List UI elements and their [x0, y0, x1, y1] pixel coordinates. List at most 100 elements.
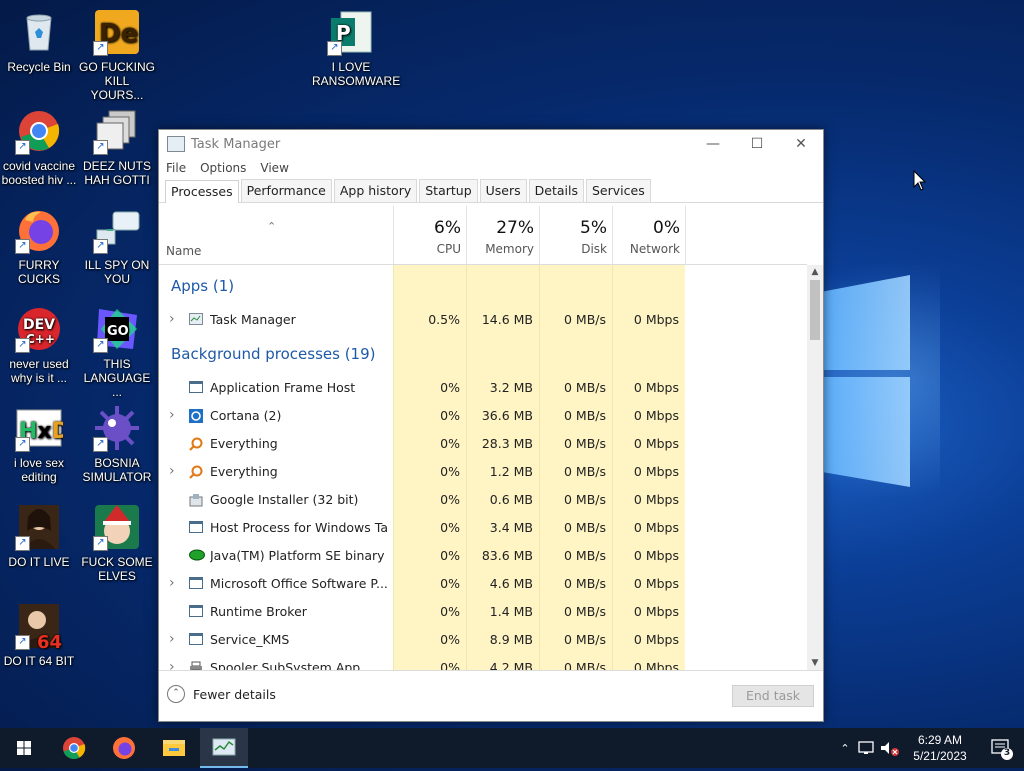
- process-disk-value: 0 MB/s: [563, 491, 606, 507]
- process-name: Task Manager: [210, 311, 296, 327]
- desktop-shortcut[interactable]: ↗ BOSNIA SIMULATOR: [78, 404, 156, 484]
- goland-icon: GO ↗: [93, 305, 141, 353]
- scroll-up-icon[interactable]: ▲: [807, 265, 823, 279]
- column-header-disk[interactable]: 5% Disk: [539, 206, 613, 264]
- expand-chevron-icon[interactable]: ›: [169, 575, 179, 591]
- process-row[interactable]: Host Process for Windows Ta... 0% 3.4 MB 0 …: [159, 513, 807, 541]
- network-icon[interactable]: [856, 739, 878, 757]
- maximize-button[interactable]: ☐: [735, 130, 779, 158]
- tab-performance[interactable]: Performance: [240, 179, 332, 202]
- expand-chevron-icon[interactable]: ›: [169, 659, 179, 670]
- shortcut-arrow-icon: ↗: [15, 338, 30, 353]
- title-bar[interactable]: Task Manager — ☐ ✕: [159, 130, 823, 158]
- process-row[interactable]: › Cortana (2) 0% 36.6 MB 0 MB/s 0 Mbps: [159, 401, 807, 429]
- process-row[interactable]: › Spooler SubSystem App 0% 4.2 MB 0 MB/s 0 Mb…: [159, 653, 807, 670]
- tab-processes[interactable]: Processes: [165, 180, 239, 203]
- tab-startup[interactable]: Startup: [419, 179, 478, 202]
- desktop-shortcut[interactable]: ↗ FUCK SOME ELVES: [78, 503, 156, 583]
- column-header-network[interactable]: 0% Network: [612, 206, 686, 264]
- desktop-shortcut[interactable]: ↗ DO IT LIVE: [0, 503, 78, 569]
- process-row[interactable]: Java(TM) Platform SE binary ... 0% 83.6 MB…: [159, 541, 807, 569]
- close-button[interactable]: ✕: [779, 130, 823, 158]
- desktop-shortcut[interactable]: GO ↗ THIS LANGUAGE ...: [78, 305, 156, 399]
- desktop-shortcut[interactable]: DEV C++ ↗ never used why is it ...: [0, 305, 78, 385]
- menu-options[interactable]: Options: [200, 161, 246, 175]
- process-row[interactable]: Runtime Broker 0% 1.4 MB 0 MB/s 0 Mbps: [159, 597, 807, 625]
- scroll-thumb[interactable]: [810, 280, 820, 340]
- printer-icon: [189, 661, 203, 670]
- volume-muted-icon[interactable]: [878, 739, 902, 757]
- menu-file[interactable]: File: [166, 161, 186, 175]
- clock[interactable]: 6:29 AM 5/21/2023: [902, 732, 978, 764]
- start-button[interactable]: [0, 728, 48, 768]
- process-row[interactable]: Application Frame Host 0% 3.2 MB 0 MB/s 0 Mb…: [159, 373, 807, 401]
- process-cpu-value: 0%: [440, 491, 460, 507]
- desktop-shortcut[interactable]: 64 ↗ DO IT 64 BIT: [0, 602, 78, 668]
- scroll-down-icon[interactable]: ▼: [807, 656, 823, 670]
- process-memory-value: 83.6 MB: [481, 547, 533, 563]
- expand-chevron-icon[interactable]: ›: [169, 407, 179, 423]
- process-disk-value: 0 MB/s: [563, 463, 606, 479]
- chrome-icon: [63, 737, 86, 760]
- process-row[interactable]: › Microsoft Office Software P... 0% 4.6 MB 0…: [159, 569, 807, 597]
- process-disk-value: 0 MB/s: [563, 407, 606, 423]
- process-memory-value: 4.2 MB: [489, 659, 533, 671]
- clock-date: 5/21/2023: [913, 749, 967, 763]
- process-name: Java(TM) Platform SE binary ...: [210, 547, 388, 563]
- taskbar-chrome[interactable]: [50, 728, 98, 768]
- installer-icon: [189, 493, 203, 507]
- tab-details[interactable]: Details: [528, 179, 584, 202]
- tab-services[interactable]: Services: [586, 179, 651, 202]
- process-row[interactable]: › Service_KMS 0% 8.9 MB 0 MB/s 0 Mbps: [159, 625, 807, 653]
- process-row[interactable]: Everything 0% 28.3 MB 0 MB/s 0 Mbps: [159, 429, 807, 457]
- system-tray: ⌃ 6:29 AM 5/21/2023 3: [834, 728, 1024, 768]
- process-name: Microsoft Office Software P...: [210, 575, 388, 591]
- action-center-button[interactable]: 3: [978, 728, 1024, 768]
- shortcut-arrow-icon: ↗: [93, 140, 108, 155]
- desktop-shortcut[interactable]: De ↗ GO FUCKING KILL YOURS...: [78, 8, 156, 102]
- taskbar-firefox[interactable]: [100, 728, 148, 768]
- process-cpu-value: 0%: [440, 519, 460, 535]
- taskbar-file-explorer[interactable]: [150, 728, 198, 768]
- end-task-button[interactable]: End task: [732, 685, 814, 707]
- show-hidden-icons-icon[interactable]: ⌃: [834, 742, 856, 755]
- desktop-shortcut[interactable]: ↗ ILL SPY ON YOU: [78, 206, 156, 286]
- taskbar-task-manager[interactable]: [200, 728, 248, 768]
- tab-app-history[interactable]: App history: [333, 179, 418, 202]
- desktop-shortcut-label: THIS LANGUAGE ...: [83, 357, 151, 399]
- column-header-name[interactable]: Name: [166, 244, 201, 258]
- process-name: Everything: [210, 435, 278, 451]
- shortcut-arrow-icon: ↗: [93, 536, 108, 551]
- search-magnifier-icon: [189, 465, 203, 479]
- fewer-details-button[interactable]: ⌃ Fewer details: [167, 685, 276, 703]
- process-cpu-value: 0.5%: [428, 311, 460, 327]
- minimize-button[interactable]: —: [691, 130, 735, 158]
- window-icon: [189, 577, 203, 589]
- expand-chevron-icon[interactable]: ›: [169, 463, 179, 479]
- menu-view[interactable]: View: [260, 161, 288, 175]
- desktop-shortcut[interactable]: Recycle Bin: [0, 8, 78, 74]
- process-cpu-value: 0%: [440, 463, 460, 479]
- column-header-cpu[interactable]: 6% CPU: [393, 206, 467, 264]
- desktop-shortcut[interactable]: ↗ covid vaccine boosted hiv ...: [0, 107, 78, 187]
- desktop-shortcut[interactable]: HxD ↗ i love sex editing: [0, 404, 78, 484]
- desktop-shortcut-label: DO IT LIVE: [8, 555, 70, 569]
- desktop-shortcut-label: ILL SPY ON YOU: [84, 258, 150, 286]
- file-explorer-icon: [163, 740, 185, 756]
- shortcut-arrow-icon: ↗: [15, 140, 30, 155]
- memory-label: Memory: [485, 242, 534, 256]
- vertical-scrollbar[interactable]: ▲ ▼: [807, 265, 823, 670]
- process-row[interactable]: › Everything 0% 1.2 MB 0 MB/s 0 Mbps: [159, 457, 807, 485]
- process-row[interactable]: › Task Manager 0.5% 14.6 MB 0 MB/s 0 Mbps: [159, 305, 807, 333]
- expand-chevron-icon[interactable]: ›: [169, 631, 179, 647]
- column-header-memory[interactable]: 27% Memory: [466, 206, 540, 264]
- process-row[interactable]: Google Installer (32 bit) 0% 0.6 MB 0 MB/s 0…: [159, 485, 807, 513]
- desktop-shortcut-label: FUCK SOME ELVES: [81, 555, 153, 583]
- desktop-shortcut[interactable]: ↗ FURRY CUCKS: [0, 206, 78, 286]
- tab-users[interactable]: Users: [479, 179, 527, 202]
- search-magnifier-icon: [189, 437, 203, 451]
- process-network-value: 0 Mbps: [633, 463, 679, 479]
- expand-chevron-icon[interactable]: ›: [169, 311, 179, 327]
- desktop-shortcut[interactable]: ↗ DEEZ NUTS HAH GOTTI: [78, 107, 156, 187]
- desktop-shortcut[interactable]: P ↗ I LOVE RANSOMWARE: [312, 8, 400, 88]
